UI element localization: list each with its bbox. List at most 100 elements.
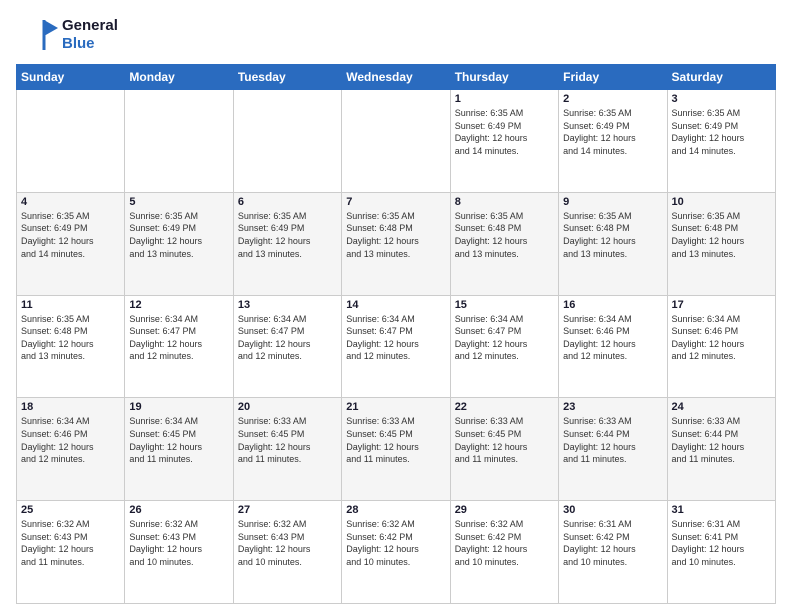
- day-info: Sunrise: 6:34 AM Sunset: 6:46 PM Dayligh…: [563, 313, 662, 363]
- calendar-cell: [17, 90, 125, 193]
- day-info: Sunrise: 6:34 AM Sunset: 6:47 PM Dayligh…: [455, 313, 554, 363]
- day-number: 3: [672, 93, 771, 105]
- calendar-cell: 2Sunrise: 6:35 AM Sunset: 6:49 PM Daylig…: [559, 90, 667, 193]
- day-info: Sunrise: 6:35 AM Sunset: 6:49 PM Dayligh…: [21, 210, 120, 260]
- calendar-cell: 18 Sunrise: 6:34 AM Sunset: 6:46 PM Dayli…: [17, 398, 125, 501]
- header: GeneralBlue: [16, 16, 776, 54]
- header-day-saturday: Saturday: [667, 65, 775, 90]
- week-row-4: 18 Sunrise: 6:34 AM Sunset: 6:46 PM Dayli…: [17, 398, 776, 501]
- calendar-cell: 14Sunrise: 6:34 AM Sunset: 6:47 PM Dayli…: [342, 295, 450, 398]
- day-info: Sunrise: 6:35 AM Sunset: 6:48 PM Dayligh…: [21, 313, 120, 363]
- calendar-cell: 3 Sunrise: 6:35 AM Sunset: 6:49 PM Daylig…: [667, 90, 775, 193]
- day-info: Sunrise: 6:35 AM Sunset: 6:48 PM Dayligh…: [672, 210, 771, 260]
- calendar-cell: [125, 90, 233, 193]
- day-number: 10: [672, 196, 771, 208]
- calendar-cell: 20 Sunrise: 6:33 AM Sunset: 6:45 PM Dayli…: [233, 398, 341, 501]
- day-info: Sunrise: 6:32 AM Sunset: 6:43 PM Dayligh…: [21, 518, 120, 568]
- calendar-cell: 5Sunrise: 6:35 AM Sunset: 6:49 PM Daylig…: [125, 192, 233, 295]
- day-number: 20: [238, 401, 337, 413]
- calendar-cell: 9 Sunrise: 6:35 AM Sunset: 6:48 PM Daylig…: [559, 192, 667, 295]
- header-day-monday: Monday: [125, 65, 233, 90]
- logo: GeneralBlue: [16, 16, 118, 54]
- calendar-cell: 27Sunrise: 6:32 AM Sunset: 6:43 PM Dayli…: [233, 501, 341, 604]
- day-info: Sunrise: 6:34 AM Sunset: 6:46 PM Dayligh…: [672, 313, 771, 363]
- day-info: Sunrise: 6:34 AM Sunset: 6:47 PM Dayligh…: [129, 313, 228, 363]
- logo-general: General: [62, 17, 118, 35]
- calendar-cell: 31Sunrise: 6:31 AM Sunset: 6:41 PM Dayli…: [667, 501, 775, 604]
- day-number: 25: [21, 504, 120, 516]
- calendar-cell: 16 Sunrise: 6:34 AM Sunset: 6:46 PM Dayli…: [559, 295, 667, 398]
- day-info: Sunrise: 6:35 AM Sunset: 6:49 PM Dayligh…: [455, 107, 554, 157]
- day-number: 12: [129, 299, 228, 311]
- header-day-friday: Friday: [559, 65, 667, 90]
- day-number: 16: [563, 299, 662, 311]
- calendar-cell: 10 Sunrise: 6:35 AM Sunset: 6:48 PM Dayli…: [667, 192, 775, 295]
- day-number: 1: [455, 93, 554, 105]
- calendar-cell: 13 Sunrise: 6:34 AM Sunset: 6:47 PM Dayli…: [233, 295, 341, 398]
- day-number: 26: [129, 504, 228, 516]
- day-number: 28: [346, 504, 445, 516]
- day-number: 13: [238, 299, 337, 311]
- day-number: 18: [21, 401, 120, 413]
- day-info: Sunrise: 6:33 AM Sunset: 6:44 PM Dayligh…: [563, 415, 662, 465]
- day-number: 11: [21, 299, 120, 311]
- calendar-cell: 21Sunrise: 6:33 AM Sunset: 6:45 PM Dayli…: [342, 398, 450, 501]
- calendar-cell: 11 Sunrise: 6:35 AM Sunset: 6:48 PM Dayli…: [17, 295, 125, 398]
- day-number: 21: [346, 401, 445, 413]
- day-info: Sunrise: 6:33 AM Sunset: 6:45 PM Dayligh…: [455, 415, 554, 465]
- general-blue-logo-icon: [16, 16, 58, 54]
- calendar-cell: 17 Sunrise: 6:34 AM Sunset: 6:46 PM Dayli…: [667, 295, 775, 398]
- calendar-cell: 28 Sunrise: 6:32 AM Sunset: 6:42 PM Dayli…: [342, 501, 450, 604]
- calendar-cell: 7 Sunrise: 6:35 AM Sunset: 6:48 PM Daylig…: [342, 192, 450, 295]
- day-info: Sunrise: 6:31 AM Sunset: 6:42 PM Dayligh…: [563, 518, 662, 568]
- day-info: Sunrise: 6:35 AM Sunset: 6:48 PM Dayligh…: [346, 210, 445, 260]
- calendar-cell: 26Sunrise: 6:32 AM Sunset: 6:43 PM Dayli…: [125, 501, 233, 604]
- day-number: 29: [455, 504, 554, 516]
- day-info: Sunrise: 6:35 AM Sunset: 6:49 PM Dayligh…: [672, 107, 771, 157]
- day-number: 6: [238, 196, 337, 208]
- calendar-cell: 30 Sunrise: 6:31 AM Sunset: 6:42 PM Dayli…: [559, 501, 667, 604]
- calendar-cell: [233, 90, 341, 193]
- day-number: 17: [672, 299, 771, 311]
- day-number: 9: [563, 196, 662, 208]
- calendar-cell: 24Sunrise: 6:33 AM Sunset: 6:44 PM Dayli…: [667, 398, 775, 501]
- week-row-5: 25 Sunrise: 6:32 AM Sunset: 6:43 PM Dayli…: [17, 501, 776, 604]
- header-row: SundayMondayTuesdayWednesdayThursdayFrid…: [17, 65, 776, 90]
- day-number: 4: [21, 196, 120, 208]
- day-number: 23: [563, 401, 662, 413]
- calendar-cell: 15 Sunrise: 6:34 AM Sunset: 6:47 PM Dayli…: [450, 295, 558, 398]
- day-number: 15: [455, 299, 554, 311]
- week-row-3: 11 Sunrise: 6:35 AM Sunset: 6:48 PM Dayli…: [17, 295, 776, 398]
- day-info: Sunrise: 6:32 AM Sunset: 6:43 PM Dayligh…: [238, 518, 337, 568]
- day-info: Sunrise: 6:35 AM Sunset: 6:49 PM Dayligh…: [129, 210, 228, 260]
- week-row-1: 1 Sunrise: 6:35 AM Sunset: 6:49 PM Daylig…: [17, 90, 776, 193]
- header-day-tuesday: Tuesday: [233, 65, 341, 90]
- day-info: Sunrise: 6:32 AM Sunset: 6:42 PM Dayligh…: [346, 518, 445, 568]
- week-row-2: 4 Sunrise: 6:35 AM Sunset: 6:49 PM Daylig…: [17, 192, 776, 295]
- day-number: 30: [563, 504, 662, 516]
- day-number: 22: [455, 401, 554, 413]
- day-number: 31: [672, 504, 771, 516]
- day-info: Sunrise: 6:35 AM Sunset: 6:49 PM Dayligh…: [238, 210, 337, 260]
- calendar-cell: 29Sunrise: 6:32 AM Sunset: 6:42 PM Dayli…: [450, 501, 558, 604]
- day-info: Sunrise: 6:34 AM Sunset: 6:46 PM Dayligh…: [21, 415, 120, 465]
- day-info: Sunrise: 6:35 AM Sunset: 6:48 PM Dayligh…: [563, 210, 662, 260]
- header-day-thursday: Thursday: [450, 65, 558, 90]
- day-info: Sunrise: 6:33 AM Sunset: 6:45 PM Dayligh…: [238, 415, 337, 465]
- day-info: Sunrise: 6:33 AM Sunset: 6:44 PM Dayligh…: [672, 415, 771, 465]
- day-number: 19: [129, 401, 228, 413]
- day-info: Sunrise: 6:35 AM Sunset: 6:49 PM Dayligh…: [563, 107, 662, 157]
- day-info: Sunrise: 6:34 AM Sunset: 6:45 PM Dayligh…: [129, 415, 228, 465]
- day-info: Sunrise: 6:34 AM Sunset: 6:47 PM Dayligh…: [238, 313, 337, 363]
- calendar-cell: [342, 90, 450, 193]
- calendar-cell: 22 Sunrise: 6:33 AM Sunset: 6:45 PM Dayli…: [450, 398, 558, 501]
- header-day-sunday: Sunday: [17, 65, 125, 90]
- day-number: 7: [346, 196, 445, 208]
- page: GeneralBlue SundayMondayTuesdayWednesday…: [0, 0, 792, 612]
- header-day-wednesday: Wednesday: [342, 65, 450, 90]
- day-info: Sunrise: 6:34 AM Sunset: 6:47 PM Dayligh…: [346, 313, 445, 363]
- calendar-table: SundayMondayTuesdayWednesdayThursdayFrid…: [16, 64, 776, 604]
- calendar-cell: 19 Sunrise: 6:34 AM Sunset: 6:45 PM Dayli…: [125, 398, 233, 501]
- calendar-cell: 23 Sunrise: 6:33 AM Sunset: 6:44 PM Dayli…: [559, 398, 667, 501]
- calendar-cell: 6 Sunrise: 6:35 AM Sunset: 6:49 PM Daylig…: [233, 192, 341, 295]
